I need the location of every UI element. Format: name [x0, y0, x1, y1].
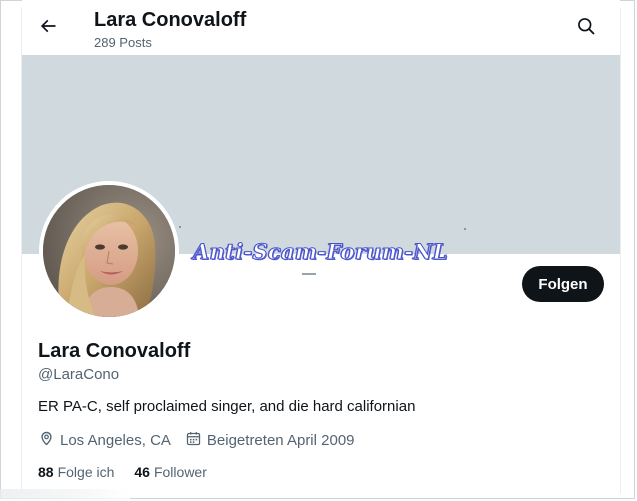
header-post-count: 289 Posts — [94, 35, 152, 50]
profile-handle: @LaraCono — [38, 366, 120, 383]
banner-speck — [464, 228, 466, 230]
followers-link[interactable]: 46 Follower — [134, 464, 206, 480]
calendar-icon — [185, 430, 207, 451]
banner-speck — [179, 226, 181, 228]
profile-photo — [43, 185, 175, 317]
joined-text: Beigetreten April 2009 — [206, 432, 355, 449]
search-button[interactable] — [572, 14, 600, 42]
header-title: Lara Conovaloff — [94, 9, 247, 31]
profile-location: Los Angeles, CA — [38, 430, 171, 451]
avatar[interactable] — [39, 181, 179, 321]
header-title-block: Lara Conovaloff 289 Posts — [94, 8, 246, 52]
profile-meta: Los Angeles, CA Beigetreten April 2009 — [38, 430, 369, 451]
followers-count: 46 — [134, 464, 150, 480]
bottom-smudge — [0, 489, 130, 499]
watermark-text: Anti-Scam-Forum-NL — [193, 239, 449, 265]
profile-display-name: Lara Conovaloff — [38, 340, 191, 362]
profile-header: Lara Conovaloff 289 Posts — [22, 0, 620, 55]
profile-joined: Beigetreten April 2009 — [185, 430, 355, 451]
profile-stats: 88 Folge ich 46 Follower — [38, 464, 227, 480]
profile-bio: ER PA-C, self proclaimed singer, and die… — [38, 398, 416, 415]
following-label: Folge ich — [57, 464, 115, 480]
followers-label: Follower — [153, 464, 207, 480]
following-link[interactable]: 88 Folge ich — [38, 464, 114, 480]
watermark-dash — [302, 273, 316, 275]
follow-button[interactable]: Folgen — [522, 266, 604, 302]
location-pin-icon — [38, 430, 60, 451]
arrow-left-icon — [38, 16, 58, 41]
back-button[interactable] — [32, 12, 64, 44]
following-count: 88 — [38, 464, 54, 480]
location-text: Los Angeles, CA — [60, 432, 171, 449]
search-icon — [576, 16, 596, 41]
